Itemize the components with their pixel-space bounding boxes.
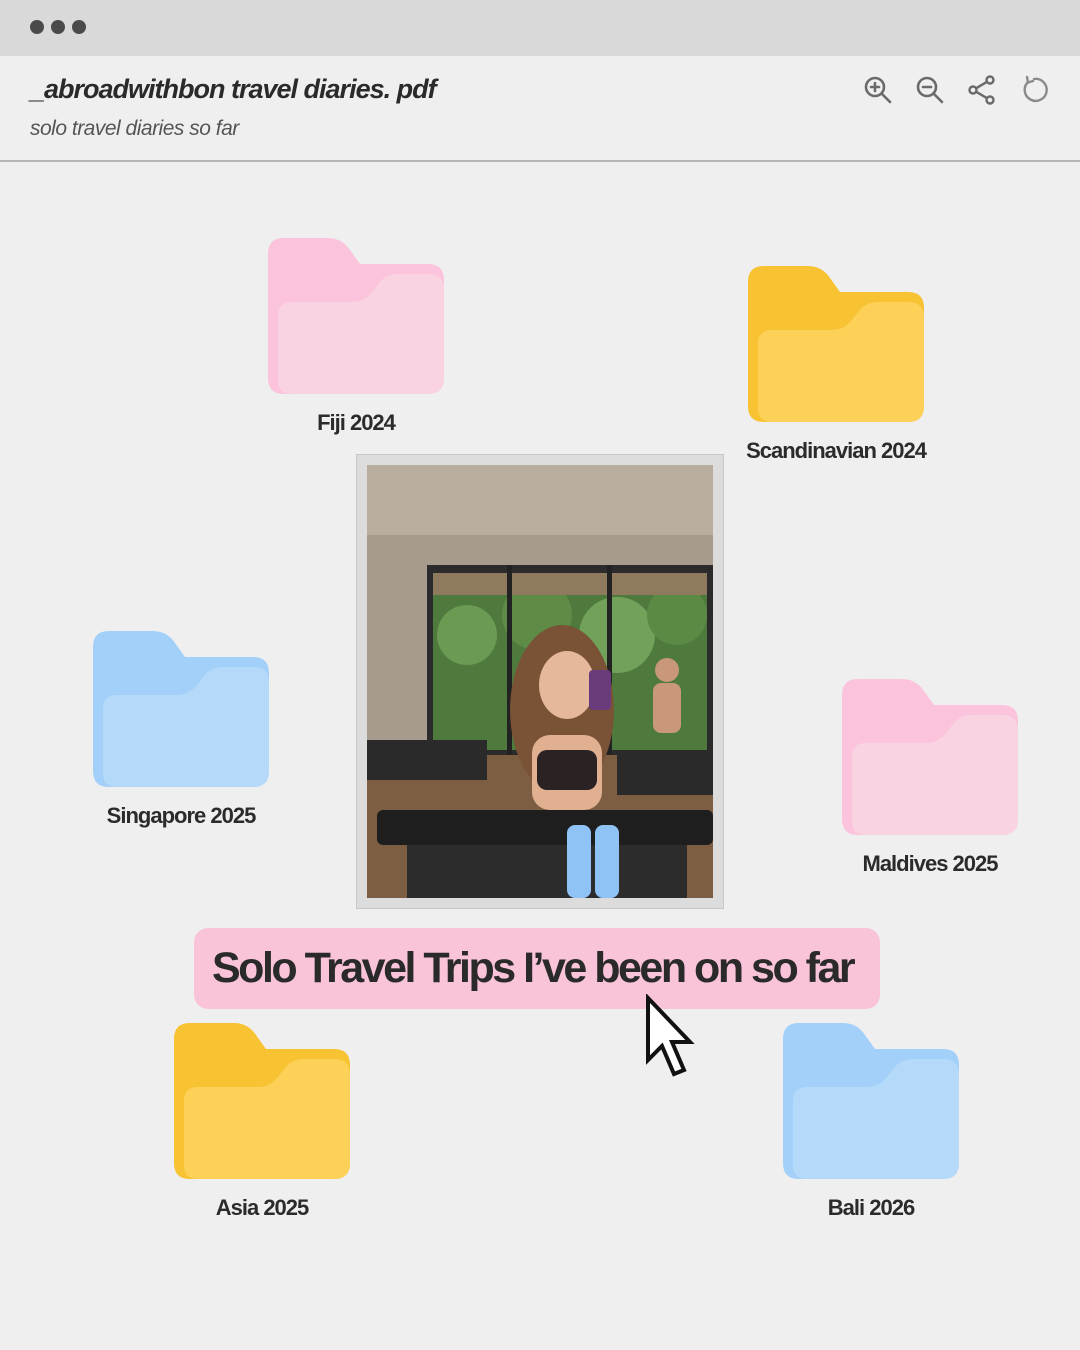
folder-icon [174,1023,350,1179]
window-title-bar [0,0,1080,56]
share-button[interactable] [964,72,1000,108]
window-dot-icon[interactable] [51,20,65,34]
folder-icon [783,1023,959,1179]
folder-icon [268,238,444,394]
folder-icon [842,679,1018,835]
mouse-cursor-icon [646,994,695,1077]
folder-label: Scandinavian 2024 [746,438,927,463]
folder-label: Fiji 2024 [317,410,396,435]
document-subtitle: solo travel diaries so far [30,117,239,140]
refresh-icon [1023,75,1048,103]
folder-icon [93,631,269,787]
zoom-out-icon [916,76,944,104]
folder-asia-2025[interactable]: Asia 2025 [174,1023,350,1221]
zoom-in-icon [864,76,892,104]
folder-fiji-2024[interactable]: Fiji 2024 [268,238,444,436]
window-dot-icon[interactable] [72,20,86,34]
toolbar [860,72,1052,108]
folder-label: Bali 2026 [827,1195,915,1220]
folder-bali-2026[interactable]: Bali 2026 [783,1023,959,1221]
photo-frame [356,454,724,909]
window-dot-icon[interactable] [30,20,44,34]
folder-label: Singapore 2025 [106,803,257,828]
document-title: _abroadwithbon travel diaries. pdf [30,74,437,104]
folder-maldives-2025[interactable]: Maldives 2025 [842,679,1018,877]
folder-label: Maldives 2025 [862,851,999,876]
document-header: _abroadwithbon travel diaries. pdf solo … [0,56,1080,162]
zoom-in-button[interactable] [860,72,896,108]
folder-icon [748,266,924,422]
share-icon [968,75,995,105]
window-controls [30,20,86,34]
title-banner: Solo Travel Trips I’ve been on so far [194,928,880,1009]
zoom-out-button[interactable] [912,72,948,108]
banner-text: Solo Travel Trips I’ve been on so far [212,944,856,992]
folder-singapore-2025[interactable]: Singapore 2025 [93,631,269,829]
refresh-button[interactable] [1016,72,1052,108]
folder-label: Asia 2025 [215,1195,310,1220]
pilates-selfie-photo [367,465,713,898]
folder-scandinavian-2024[interactable]: Scandinavian 2024 [746,266,927,464]
